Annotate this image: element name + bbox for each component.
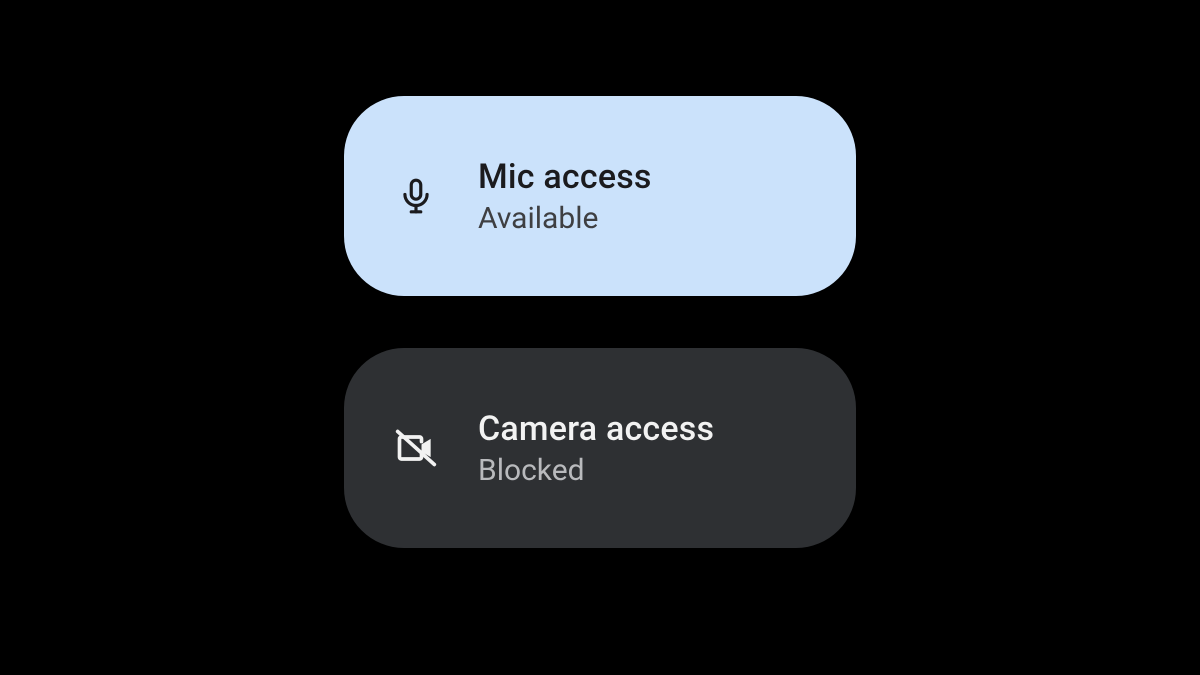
quick-settings-panel: Mic access Available Camera access Block… bbox=[0, 0, 1200, 675]
camera-access-tile[interactable]: Camera access Blocked bbox=[344, 348, 856, 548]
mic-text-group: Mic access Available bbox=[478, 157, 652, 236]
mic-access-tile[interactable]: Mic access Available bbox=[344, 96, 856, 296]
mic-access-status: Available bbox=[478, 201, 652, 236]
mic-access-title: Mic access bbox=[478, 157, 652, 197]
camera-off-icon bbox=[388, 420, 444, 476]
camera-access-status: Blocked bbox=[478, 453, 714, 488]
microphone-icon bbox=[388, 168, 444, 224]
camera-access-title: Camera access bbox=[478, 409, 714, 449]
camera-text-group: Camera access Blocked bbox=[478, 409, 714, 488]
